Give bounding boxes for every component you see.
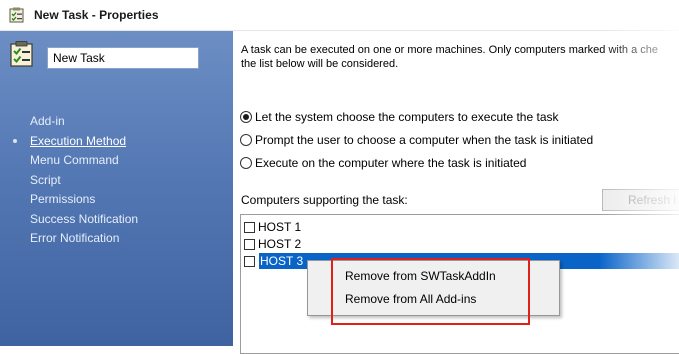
sidebar-item-add-in[interactable]: Add-in	[30, 112, 138, 132]
task-name-field[interactable]: New Task	[47, 47, 199, 69]
active-bullet-icon	[13, 139, 17, 143]
sidebar-nav: Add-in Execution Method Menu Command Scr…	[13, 112, 138, 249]
sidebar-item-menu-command[interactable]: Menu Command	[30, 151, 138, 171]
radio-execute-local[interactable]: Execute on the computer where the task i…	[240, 153, 526, 173]
radio-button[interactable]	[240, 134, 252, 146]
description-line-1: A task can be executed on one or more ma…	[241, 44, 658, 56]
title-bar: New Task - Properties	[0, 0, 679, 31]
radio-label: Let the system choose the computers to e…	[255, 110, 559, 124]
sidebar: New Task Add-in Execution Method Menu Co…	[0, 31, 233, 346]
radio-button[interactable]	[240, 157, 252, 169]
description-line-2: the list below will be considered.	[241, 58, 399, 70]
list-item[interactable]: HOST 2	[244, 236, 679, 252]
radio-label: Prompt the user to choose a computer whe…	[255, 133, 594, 147]
host-label: HOST 1	[258, 220, 302, 234]
host-checkbox[interactable]	[244, 255, 255, 267]
menu-item-remove-from-all-addins[interactable]: Remove from All Add-ins	[345, 292, 476, 306]
sidebar-item-execution-method[interactable]: Execution Method	[30, 132, 138, 152]
task-checklist-icon	[10, 41, 33, 67]
context-menu: Remove from SWTaskAddIn Remove from All …	[307, 260, 560, 316]
computers-label: Computers supporting the task:	[241, 193, 408, 207]
sidebar-item-error-notification[interactable]: Error Notification	[30, 229, 138, 249]
radio-system-choose[interactable]: Let the system choose the computers to e…	[240, 107, 559, 127]
sidebar-item-success-notification[interactable]: Success Notification	[30, 210, 138, 230]
host-checkbox[interactable]	[244, 238, 255, 250]
host-label: HOST 3	[260, 254, 304, 268]
menu-item-remove-from-swtaskaddin[interactable]: Remove from SWTaskAddIn	[345, 269, 496, 283]
sidebar-item-permissions[interactable]: Permissions	[30, 190, 138, 210]
sidebar-item-script[interactable]: Script	[30, 171, 138, 191]
radio-button-selected[interactable]	[240, 111, 252, 123]
refresh-button[interactable]: Refresh l	[602, 189, 679, 211]
list-item[interactable]: HOST 1	[244, 219, 679, 235]
description-text: A task can be executed on one or more ma…	[241, 43, 671, 71]
host-checkbox[interactable]	[244, 221, 255, 233]
window-title: New Task - Properties	[34, 8, 159, 22]
radio-label: Execute on the computer where the task i…	[255, 156, 527, 170]
host-label: HOST 2	[258, 237, 302, 251]
radio-prompt-user[interactable]: Prompt the user to choose a computer whe…	[240, 130, 593, 150]
task-properties-icon	[9, 7, 24, 23]
